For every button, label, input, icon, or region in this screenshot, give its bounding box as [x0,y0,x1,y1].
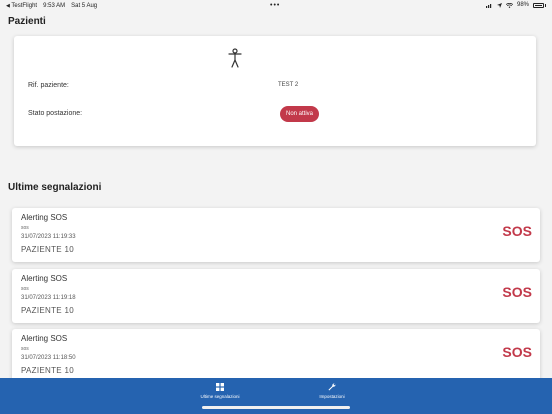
location-icon [496,2,502,8]
alert-subtitle: sos [21,346,29,352]
alert-patient: PAZIENTE 10 [21,245,74,254]
tab-label: Ultime segnalazioni [200,394,240,399]
alert-card[interactable]: Alerting SOS sos 31/07/2023 11:19:18 PAZ… [12,269,540,323]
status-right: 98% [485,2,546,8]
battery-icon [533,2,544,8]
alert-subtitle: sos [21,225,29,231]
tab-ultime-segnalazioni[interactable]: Ultime segnalazioni [180,383,260,399]
tab-impostazioni[interactable]: Impostazioni [292,383,372,399]
alert-card[interactable]: Alerting SOS sos 31/07/2023 11:19:33 PAZ… [12,208,540,262]
wrench-icon [328,383,336,391]
patient-card: Rif. paziente: TEST 2 Stato postazione: … [14,36,536,146]
battery-percent: 98% [516,2,529,8]
tab-label: Impostazioni [319,394,345,399]
alert-title: Alerting SOS [21,213,68,222]
status-time: 9:53 AM [43,3,66,9]
alert-timestamp: 31/07/2023 11:19:33 [21,234,76,240]
cellular-signal-icon [485,3,492,8]
alert-title: Alerting SOS [21,274,68,283]
status-bar: ◀ TestFlight 9:53 AM Sat 5 Aug ••• 98% [0,0,552,12]
patient-ref-value: TEST 2 [278,82,299,88]
wifi-icon [505,2,513,8]
alert-sos-badge: SOS [502,284,532,300]
alert-timestamp: 31/07/2023 11:19:18 [21,295,76,301]
status-left: ◀ TestFlight 9:53 AM Sat 5 Aug [6,3,97,9]
station-status-badge: Non attiva [280,106,320,122]
alert-title: Alerting SOS [21,334,68,343]
alert-patient: PAZIENTE 10 [21,366,74,375]
accessibility-person-icon [228,48,242,68]
multitasking-dots-icon[interactable]: ••• [270,2,280,9]
alert-card[interactable]: Alerting SOS sos 31/07/2023 11:18:50 PAZ… [12,329,540,383]
back-to-app-link[interactable]: ◀ TestFlight [6,3,37,9]
alert-patient: PAZIENTE 10 [21,306,74,315]
home-indicator[interactable] [202,406,350,409]
battery-tip [545,3,546,7]
station-status-label: Stato postazione: [28,110,83,117]
alert-timestamp: 31/07/2023 11:18:50 [21,355,76,361]
alerts-title: Ultime segnalazioni [8,182,102,193]
grid-icon [216,383,224,391]
patient-ref-label: Rif. paziente: [28,82,69,89]
back-app-name: TestFlight [11,3,38,9]
patients-title: Pazienti [8,16,46,27]
alert-subtitle: sos [21,286,29,292]
back-arrow-icon: ◀ [6,3,10,9]
alert-sos-badge: SOS [502,223,532,239]
alert-sos-badge: SOS [502,344,532,360]
status-date: Sat 5 Aug [71,3,98,9]
